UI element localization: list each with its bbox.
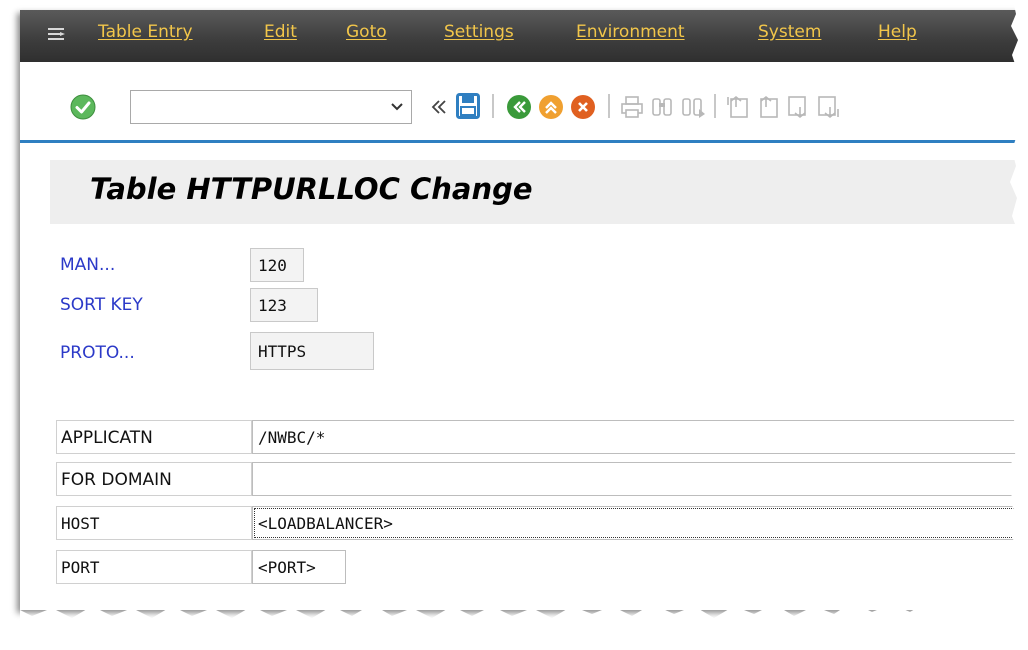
- title-bar: Table HTTPURLLOC Change: [50, 160, 1028, 224]
- menu-help[interactable]: Help: [878, 22, 917, 42]
- toolbar-separator: [608, 94, 610, 118]
- key-value-mandt: 120: [250, 248, 304, 282]
- enter-check-icon[interactable]: [70, 94, 96, 120]
- toolbar-separator: [714, 94, 716, 118]
- key-label-mandt: MAN...: [60, 255, 116, 275]
- menu-table-entry[interactable]: Table Entry: [98, 22, 193, 42]
- field-label-for-domain: FOR DOMAIN: [56, 462, 252, 496]
- key-value-sort-key: 123: [250, 288, 318, 322]
- first-page-icon[interactable]: [726, 95, 750, 119]
- find-next-icon[interactable]: [680, 95, 706, 119]
- command-field[interactable]: [130, 90, 412, 124]
- menu-edit[interactable]: Edit: [264, 22, 297, 42]
- command-dropdown-icon[interactable]: [391, 100, 403, 112]
- key-label-protocol: PROTO...: [60, 343, 135, 363]
- field-label-host: HOST: [56, 506, 252, 540]
- collapse-icon[interactable]: [430, 98, 448, 116]
- field-label-applicatn: APPLICATN: [56, 420, 252, 454]
- field-label-port: PORT: [56, 550, 252, 584]
- key-label-sort-key: SORT KEY: [60, 295, 143, 315]
- cancel-icon[interactable]: [570, 94, 596, 120]
- screenshot-frame: Table Entry Edit Goto Settings Environme…: [0, 0, 1028, 650]
- next-page-icon[interactable]: [786, 95, 810, 119]
- field-input-applicatn[interactable]: /NWBC/*: [252, 420, 1028, 454]
- field-input-for-domain[interactable]: [252, 462, 1028, 496]
- command-input[interactable]: [135, 91, 379, 123]
- last-page-icon[interactable]: [816, 95, 840, 119]
- field-input-host[interactable]: <LOADBALANCER>: [252, 506, 1028, 540]
- toolbar-divider: [20, 140, 1028, 143]
- print-icon[interactable]: [620, 95, 644, 119]
- menu-icon[interactable]: [48, 27, 66, 41]
- menu-goto[interactable]: Goto: [346, 22, 387, 42]
- field-input-port[interactable]: <PORT>: [252, 550, 346, 584]
- toolbar: [20, 62, 1028, 142]
- key-value-protocol: HTTPS: [250, 332, 374, 370]
- menu-settings[interactable]: Settings: [444, 22, 514, 42]
- save-icon[interactable]: [456, 93, 480, 119]
- sap-window: Table Entry Edit Goto Settings Environme…: [20, 10, 1028, 610]
- exit-icon[interactable]: [538, 94, 564, 120]
- find-icon[interactable]: [650, 95, 674, 119]
- toolbar-separator: [492, 94, 494, 118]
- menu-system[interactable]: System: [758, 22, 821, 42]
- previous-page-icon[interactable]: [756, 95, 780, 119]
- page-title: Table HTTPURLLOC Change: [90, 172, 533, 206]
- menu-environment[interactable]: Environment: [576, 22, 685, 42]
- menu-bar: Table Entry Edit Goto Settings Environme…: [20, 10, 1028, 62]
- back-icon[interactable]: [506, 94, 532, 120]
